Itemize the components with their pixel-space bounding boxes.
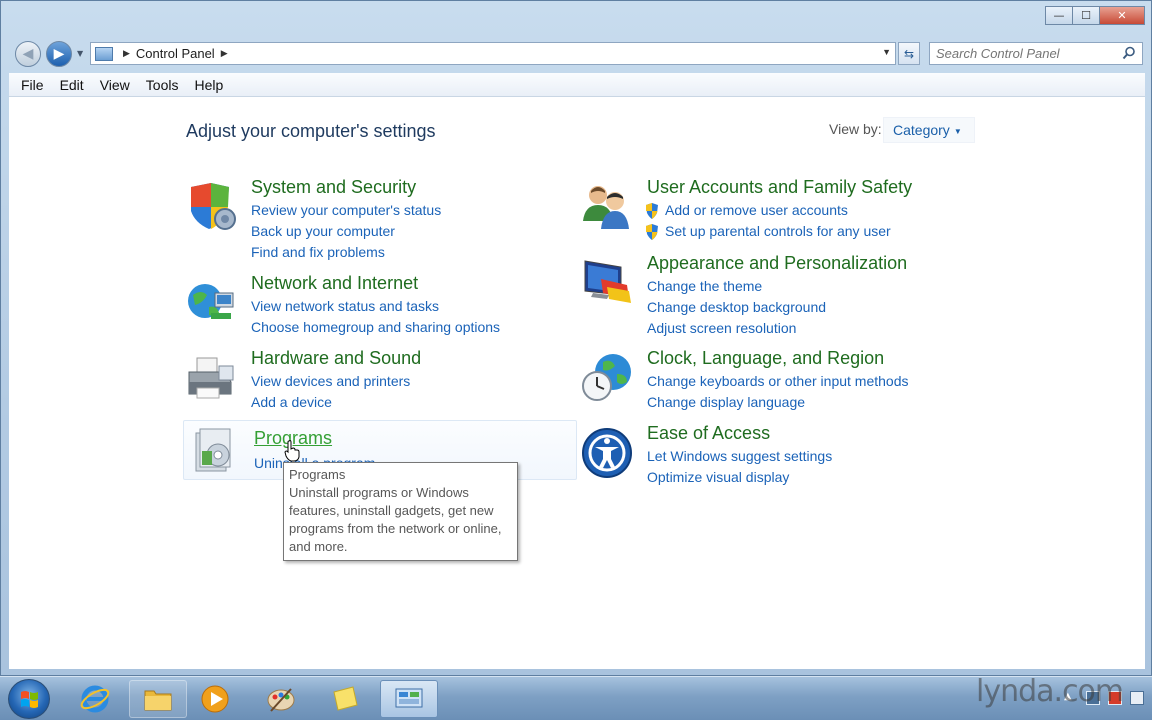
link-devices-printers[interactable]: View devices and printers [251, 373, 410, 389]
uac-shield-icon [646, 224, 658, 240]
link-find-fix[interactable]: Find and fix problems [251, 244, 385, 260]
breadcrumb-chevron-icon[interactable]: ▶ [221, 48, 228, 59]
ease-of-access-icon [582, 428, 632, 478]
minimize-button[interactable]: — [1045, 6, 1073, 25]
clock-globe-icon [582, 354, 631, 401]
category-title[interactable]: Clock, Language, and Region [647, 348, 884, 369]
navigation-bar: ◀ ▶ ▼ ▶ Control Panel ▶ ▼ ⇆ [1, 37, 1151, 69]
tooltip-line: features, uninstall gadgets, get new [289, 503, 494, 518]
link-add-remove-accounts[interactable]: Add or remove user accounts [665, 202, 848, 218]
chevron-down-icon: ▼ [953, 126, 962, 136]
menu-edit[interactable]: Edit [52, 77, 92, 93]
link-windows-suggest[interactable]: Let Windows suggest settings [647, 448, 832, 464]
category-user-accounts: User Accounts and Family Safety Add or r… [577, 177, 969, 243]
tooltip-line: and more. [289, 539, 348, 554]
address-bar[interactable]: ▶ Control Panel ▶ ▼ [90, 42, 896, 65]
taskbar-media-player[interactable] [186, 680, 244, 718]
tooltip-title: Programs [289, 467, 346, 482]
file-explorer-icon [144, 690, 172, 711]
search-icon[interactable] [1122, 46, 1136, 60]
category-title[interactable]: System and Security [251, 177, 416, 198]
link-display-language[interactable]: Change display language [647, 394, 805, 410]
volume-icon[interactable] [1130, 691, 1144, 705]
window-controls: — ☐ ✕ [1045, 6, 1145, 25]
link-change-theme[interactable]: Change the theme [647, 278, 762, 294]
taskbar-paint[interactable] [252, 680, 310, 718]
taskbar-internet-explorer[interactable] [66, 680, 124, 718]
breadcrumb-chevron-icon[interactable]: ▶ [123, 48, 130, 59]
programs-tooltip: Programs Uninstall programs or Windows f… [283, 462, 518, 561]
category-appearance: Appearance and Personalization Change th… [577, 253, 969, 339]
address-dropdown-icon[interactable]: ▼ [882, 47, 891, 57]
control-panel-window: — ☐ ✕ ◀ ▶ ▼ ▶ Control Panel ▶ ▼ ⇆ File E… [0, 0, 1152, 676]
view-by-label: View by: [829, 121, 882, 137]
recent-pages-dropdown[interactable]: ▼ [77, 49, 83, 58]
category-title[interactable]: Network and Internet [251, 273, 418, 294]
search-box[interactable] [929, 42, 1143, 65]
view-by-value: Category [893, 122, 950, 138]
close-button[interactable]: ✕ [1099, 6, 1145, 25]
taskbar-sticky-notes[interactable] [316, 680, 374, 718]
taskbar-file-explorer[interactable] [129, 680, 187, 718]
content-pane: Adjust your computer's settings View by:… [9, 97, 1145, 669]
windows-logo-icon [21, 691, 38, 708]
printer-icon [188, 357, 234, 399]
category-title[interactable]: Appearance and Personalization [647, 253, 907, 274]
search-input[interactable] [936, 46, 1122, 61]
category-system-security: System and Security Review your computer… [181, 177, 573, 265]
category-clock-language: Clock, Language, and Region Change keybo… [577, 348, 969, 414]
control-panel-icon [95, 46, 113, 61]
shield-icon [191, 183, 236, 230]
menu-file[interactable]: File [13, 77, 52, 93]
uac-shield-icon [646, 203, 658, 219]
link-network-status[interactable]: View network status and tasks [251, 298, 439, 314]
menu-bar: File Edit View Tools Help [9, 73, 1145, 97]
users-icon [583, 186, 629, 229]
back-button[interactable]: ◀ [15, 41, 41, 67]
sticky-notes-icon [333, 686, 358, 711]
category-title[interactable]: Hardware and Sound [251, 348, 421, 369]
tooltip-line: Uninstall programs or Windows [289, 485, 469, 500]
taskbar-control-panel[interactable] [380, 680, 438, 718]
tooltip-line: programs from the network or online, [289, 521, 502, 536]
menu-view[interactable]: View [92, 77, 138, 93]
link-screen-resolution[interactable]: Adjust screen resolution [647, 320, 796, 336]
link-back-up[interactable]: Back up your computer [251, 223, 395, 239]
link-homegroup[interactable]: Choose homegroup and sharing options [251, 319, 500, 335]
link-desktop-background[interactable]: Change desktop background [647, 299, 826, 315]
paint-icon [267, 688, 295, 712]
view-by-dropdown[interactable]: Category ▼ [883, 117, 975, 143]
maximize-button[interactable]: ☐ [1072, 6, 1100, 25]
start-button[interactable] [8, 679, 50, 719]
category-title[interactable]: Ease of Access [647, 423, 770, 444]
lynda-watermark: lynda.com [976, 674, 1124, 709]
hand-cursor-icon [284, 440, 300, 462]
category-hardware-sound: Hardware and Sound View devices and prin… [181, 348, 573, 418]
control-panel-icon [395, 688, 423, 708]
link-keyboards-input[interactable]: Change keyboards or other input methods [647, 373, 909, 389]
forward-button[interactable]: ▶ [46, 41, 72, 67]
internet-explorer-icon [80, 685, 110, 713]
menu-tools[interactable]: Tools [138, 77, 187, 93]
globe-network-icon [188, 284, 234, 319]
refresh-button[interactable]: ⇆ [898, 42, 920, 65]
menu-help[interactable]: Help [186, 77, 231, 93]
monitor-paint-icon [584, 260, 631, 303]
programs-icon [195, 428, 231, 472]
category-title[interactable]: User Accounts and Family Safety [647, 177, 912, 198]
media-player-icon [201, 685, 229, 713]
link-optimize-visual[interactable]: Optimize visual display [647, 469, 789, 485]
category-ease-of-access: Ease of Access Let Windows suggest setti… [577, 423, 969, 489]
category-network-internet: Network and Internet View network status… [181, 273, 573, 343]
link-parental-controls[interactable]: Set up parental controls for any user [665, 223, 891, 239]
page-title: Adjust your computer's settings [186, 121, 436, 141]
breadcrumb-control-panel[interactable]: Control Panel [136, 46, 215, 61]
link-review-status[interactable]: Review your computer's status [251, 202, 441, 218]
link-add-device[interactable]: Add a device [251, 394, 332, 410]
